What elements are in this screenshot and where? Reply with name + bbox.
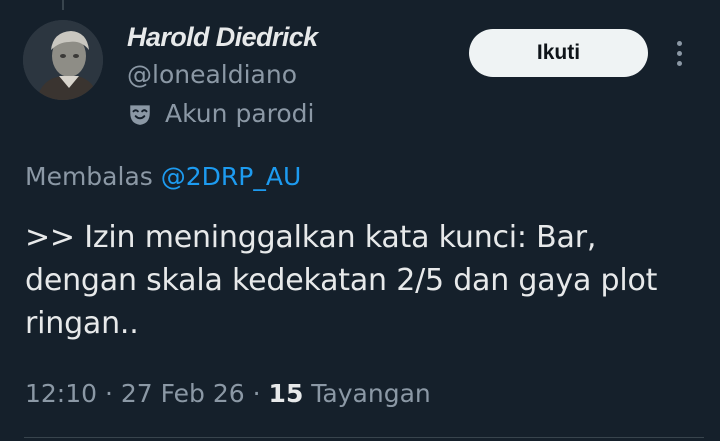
tweet-meta: 12:10 · 27 Feb 26 · 15 Tayangan xyxy=(25,379,431,408)
author-handle[interactable]: @lonealdiano xyxy=(127,60,297,89)
more-dot xyxy=(676,60,682,66)
reply-mention-link[interactable]: @2DRP_AU xyxy=(161,162,302,191)
avatar-image xyxy=(23,20,103,100)
tweet-text: >> Izin meninggalkan kata kunci: Bar, de… xyxy=(25,220,658,341)
tweet-time[interactable]: 12:10 xyxy=(25,379,97,408)
meta-separator: · xyxy=(252,379,261,408)
more-dot xyxy=(676,50,682,56)
meta-separator: · xyxy=(105,379,113,408)
follow-button[interactable]: Ikuti xyxy=(469,29,648,77)
replying-to: Membalas @2DRP_AU xyxy=(25,162,301,191)
thread-connector-line xyxy=(62,0,64,10)
mask-icon xyxy=(130,104,150,125)
avatar[interactable] xyxy=(23,20,103,100)
replying-to-prefix: Membalas xyxy=(25,162,153,191)
parody-account-badge: Akun parodi xyxy=(127,99,314,128)
tweet-date[interactable]: 27 Feb 26 xyxy=(121,379,245,408)
more-dot xyxy=(676,40,682,46)
divider xyxy=(24,437,704,438)
more-vertical-icon[interactable] xyxy=(668,35,690,71)
parody-label: Akun parodi xyxy=(165,99,315,128)
views-count: 15 xyxy=(268,379,304,408)
author-display-name[interactable]: Harold Diedrick xyxy=(127,22,318,53)
views-label: Tayangan xyxy=(311,379,431,408)
